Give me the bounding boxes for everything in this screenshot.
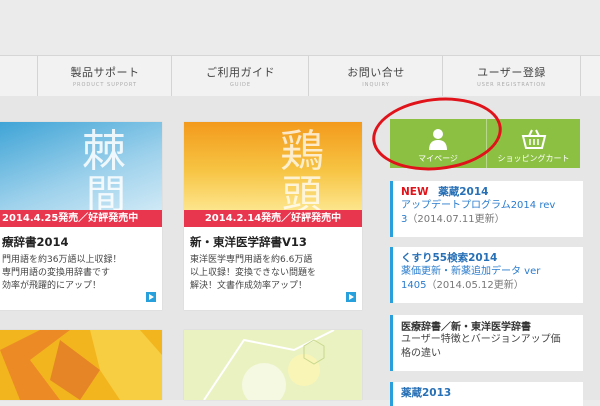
nav-label: 製品サポート — [70, 66, 140, 79]
nav-label: ユーザー登録 — [477, 66, 546, 79]
banner-kanji: 棘 — [82, 126, 126, 177]
news-body: 薬価更新・新薬追加データ ver 1405（2014.05.12更新） — [401, 266, 541, 291]
nav-label: お問い合せ — [347, 66, 405, 79]
news-title: 薬蔵2014 — [438, 186, 489, 198]
play-arrow-icon[interactable] — [146, 292, 156, 302]
nav-label: ご利用ガイド — [206, 66, 275, 79]
play-arrow-icon[interactable] — [346, 292, 356, 302]
banner-art: 棘 間 — [82, 126, 126, 218]
news-title: くすり55検索2014 — [401, 252, 498, 264]
nav-sublabel: INQUIRY — [362, 82, 390, 88]
news-body: アップデートプログラム2014 rev 3（2014.07.11更新） — [401, 200, 556, 225]
nav-sublabel: PRODUCT SUPPORT — [72, 82, 138, 88]
news-title: 薬蔵2013 — [401, 387, 452, 399]
product-description: 東洋医学専門用語を約6.6万語 以上収録！変換できない問題を 解決！文書作成効率… — [190, 255, 317, 291]
chemical-structure-art — [184, 330, 362, 400]
new-badge: NEW — [401, 186, 429, 198]
nav-sublabel: GUIDE — [229, 82, 252, 88]
banner-art: 鶏 頭 — [280, 126, 324, 218]
map-pattern-art — [0, 330, 162, 400]
news-title-row: NEW 薬蔵2014 — [401, 184, 488, 199]
news-date: （2014.05.12更新） — [426, 280, 524, 291]
release-ribbon: 2014.4.25発売／好評発売中 — [0, 210, 162, 227]
main-nav: 製品サポート PRODUCT SUPPORT ご利用ガイド GUIDE お問い合… — [0, 55, 600, 97]
nav-product-support[interactable]: 製品サポート PRODUCT SUPPORT — [37, 56, 172, 96]
product-description: 門用語を約36万語以上収録！ 専門用語の変換用辞書です 効率が飛躍的にアップ！ — [2, 255, 122, 291]
news-item[interactable]: NEW 薬蔵2014 アップデートプログラム2014 rev 3（2014.07… — [390, 181, 583, 237]
nav-inquiry[interactable]: お問い合せ INQUIRY — [308, 56, 443, 96]
product-card-medical-dictionary[interactable]: 棘 間 2014.4.25発売／好評発売中 療辞書2014 門用語を約36万語以… — [0, 122, 162, 310]
product-card-oriental-dictionary[interactable]: 鶏 頭 2014.2.14発売／好評発売中 新・東洋医学辞書V13 東洋医学専門… — [184, 122, 362, 310]
news-item[interactable]: 薬蔵2013 — [390, 382, 583, 406]
product-card-bottom-middle[interactable] — [184, 330, 362, 400]
product-banner: 鶏 頭 — [184, 122, 362, 218]
release-ribbon: 2014.2.14発売／好評発売中 — [184, 210, 362, 227]
product-title: 療辞書2014 — [2, 235, 69, 249]
cart-icon — [521, 129, 546, 149]
product-card-bottom-left[interactable] — [0, 330, 162, 400]
news-date: （2014.07.11更新） — [407, 214, 505, 225]
product-banner: 棘 間 — [0, 122, 162, 218]
nav-sublabel: USER REGISTRATION — [477, 82, 546, 88]
cart-label: ショッピングカート — [497, 154, 570, 163]
banner-kanji: 頭 — [282, 172, 322, 210]
news-title: 医療辞書／新・東洋医学辞書 — [401, 322, 531, 333]
banner-kanji: 鶏 — [280, 126, 324, 177]
banner-kanji: 間 — [86, 172, 126, 210]
news-body: ユーザー特徴とバージョンアップ価 格の違い — [401, 334, 561, 359]
news-item[interactable]: くすり55検索2014 薬価更新・新薬追加データ ver 1405（2014.0… — [390, 247, 583, 303]
nav-guide[interactable]: ご利用ガイド GUIDE — [171, 56, 309, 96]
top-header-area — [0, 0, 600, 55]
nav-user-registration[interactable]: ユーザー登録 USER REGISTRATION — [442, 56, 581, 96]
news-item[interactable]: 医療辞書／新・東洋医学辞書 ユーザー特徴とバージョンアップ価 格の違い — [390, 315, 583, 371]
product-title: 新・東洋医学辞書V13 — [190, 235, 307, 249]
